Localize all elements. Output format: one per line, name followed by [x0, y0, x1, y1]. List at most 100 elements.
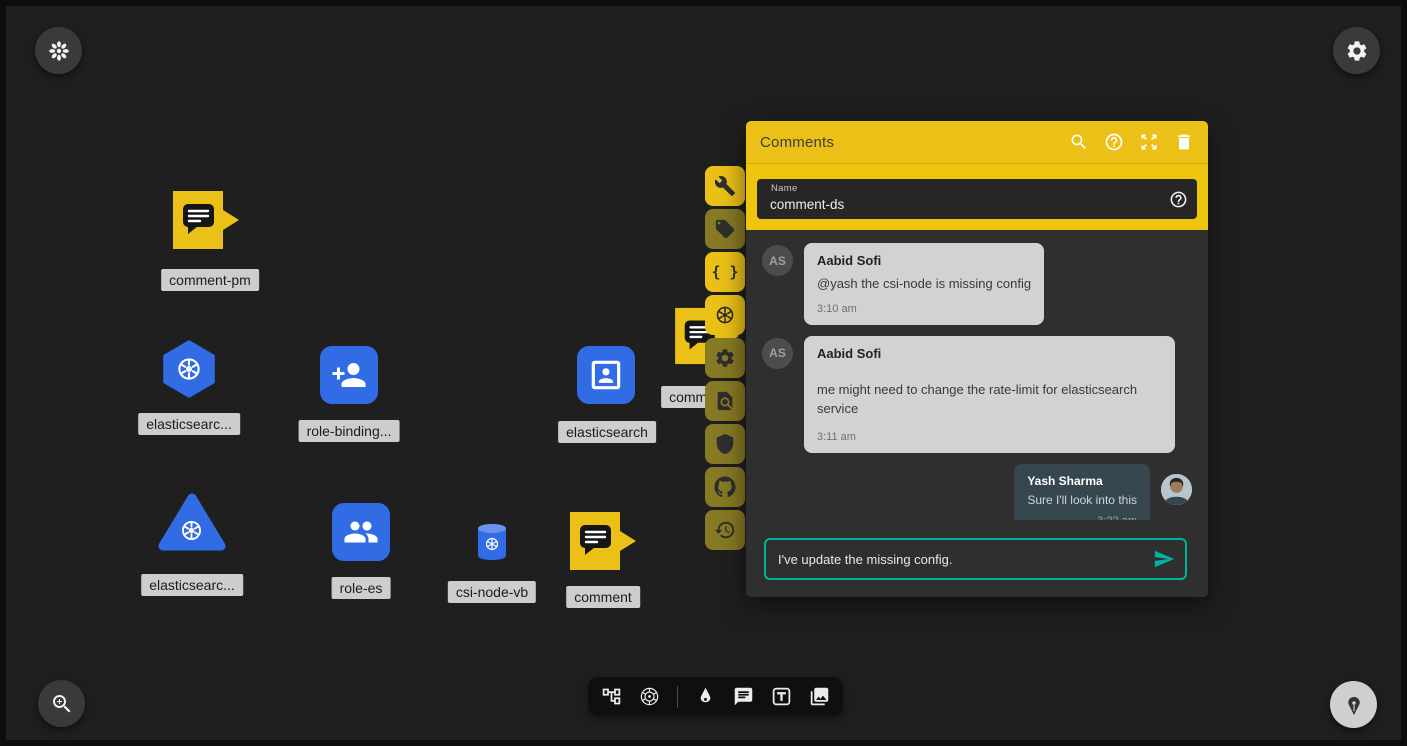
message: AS Aabid Sofi me might need to change th… — [762, 336, 1192, 453]
send-icon — [1153, 548, 1175, 570]
node-role-binding[interactable] — [320, 346, 378, 404]
wrench-icon — [714, 175, 736, 197]
node-elasticsearch-service-account[interactable] — [577, 346, 635, 404]
message-bubble: Yash Sharma Sure I'll look into this 3:2… — [1014, 464, 1150, 520]
image-tool-button[interactable] — [809, 686, 830, 707]
node-label: csi-node-vb — [448, 581, 536, 603]
message: Yash Sharma Sure I'll look into this 3:2… — [762, 464, 1192, 520]
hierarchy-view-button[interactable] — [601, 686, 622, 707]
avatar: AS — [762, 245, 793, 276]
meshery-wheel-icon — [47, 39, 71, 63]
storage-cylinder-icon — [477, 523, 507, 561]
comment-input[interactable] — [766, 552, 1153, 567]
tag-tool-button[interactable] — [705, 209, 745, 249]
braces-tool-button[interactable]: { } — [705, 252, 745, 292]
message-author: Aabid Sofi — [817, 253, 1031, 268]
message-time: 3:10 am — [817, 303, 1031, 315]
kubernetes-icon — [639, 686, 660, 707]
github-tool-button[interactable] — [705, 467, 745, 507]
expand-button[interactable] — [1139, 132, 1159, 152]
node-role-es[interactable] — [332, 503, 390, 561]
node-label: elasticsearc... — [141, 574, 243, 596]
avatar-photo — [1161, 474, 1192, 505]
message-author: Yash Sharma — [1027, 474, 1137, 488]
comment-icon — [570, 510, 636, 572]
node-comment[interactable] — [570, 510, 636, 577]
help-button[interactable] — [1104, 132, 1124, 152]
name-help-button[interactable] — [1169, 190, 1188, 209]
bottom-toolbar — [588, 677, 843, 716]
comment-tool-button[interactable] — [733, 686, 754, 707]
node-context-toolbar: { } — [705, 166, 745, 550]
message-time: 3:11 am — [817, 431, 1162, 443]
node-label: elasticsearch — [558, 421, 656, 443]
avatar: AS — [762, 338, 793, 369]
settings-button[interactable] — [1333, 27, 1380, 74]
pen-tool-button[interactable] — [695, 686, 716, 707]
search-icon — [1069, 132, 1089, 152]
node-comment-pm[interactable] — [173, 189, 239, 256]
kubernetes-tool-button[interactable] — [705, 295, 745, 335]
node-label: comment — [566, 586, 640, 608]
name-field-label: Name — [771, 183, 798, 194]
kubernetes-view-button[interactable] — [639, 686, 660, 707]
people-icon — [343, 514, 379, 550]
meshery-home-button[interactable] — [35, 27, 82, 74]
name-field-section: Name — [746, 163, 1208, 230]
person-add-icon — [331, 357, 367, 393]
help-icon — [1104, 132, 1124, 152]
image-icon — [809, 686, 830, 707]
node-label: comment-pm — [161, 269, 259, 291]
delete-button[interactable] — [1174, 132, 1194, 152]
send-button[interactable] — [1153, 548, 1185, 570]
gear-icon — [714, 347, 736, 369]
text-icon — [771, 686, 792, 707]
shield-icon — [714, 433, 736, 455]
config-tool-button[interactable] — [705, 338, 745, 378]
expand-icon — [1139, 132, 1159, 152]
kubernetes-hexagon-icon — [159, 339, 219, 399]
node-label: elasticsearc... — [138, 413, 240, 435]
node-label: role-es — [332, 577, 391, 599]
node-elasticsearch-triangle[interactable] — [158, 491, 226, 558]
comment-icon — [733, 686, 754, 707]
inspect-tool-button[interactable] — [705, 381, 745, 421]
service-account-icon — [587, 356, 625, 394]
kubernetes-triangle-icon — [158, 491, 226, 553]
name-input[interactable] — [757, 186, 1169, 212]
security-tool-button[interactable] — [705, 424, 745, 464]
node-csi-node-vb[interactable] — [477, 523, 507, 566]
github-icon — [714, 476, 736, 498]
search-button[interactable] — [1069, 132, 1089, 152]
toolbar-divider — [677, 686, 678, 708]
tag-icon — [714, 218, 736, 240]
history-tool-button[interactable] — [705, 510, 745, 550]
gear-icon — [1345, 39, 1369, 63]
comment-input-row — [764, 538, 1187, 580]
pen-icon — [695, 686, 716, 707]
message-text: Sure I'll look into this — [1027, 492, 1137, 509]
comments-panel: Comments Name AS Aabid Sofi @yash the cs… — [746, 121, 1208, 597]
node-elasticsearch-hexagon[interactable] — [159, 339, 219, 404]
canvas[interactable]: comment-pm elasticsearc... role-binding.… — [0, 0, 1407, 746]
find-in-page-icon — [714, 390, 736, 412]
panel-title: Comments — [760, 134, 1069, 151]
message-text: @yash the csi-node is missing config — [817, 275, 1031, 294]
trash-icon — [1174, 132, 1194, 152]
comments-panel-header: Comments — [746, 121, 1208, 163]
name-field[interactable]: Name — [757, 179, 1197, 219]
kubernetes-wheel-icon — [714, 304, 736, 326]
history-icon — [714, 519, 736, 541]
message-bubble: Aabid Sofi @yash the csi-node is missing… — [804, 243, 1044, 325]
text-tool-button[interactable] — [771, 686, 792, 707]
pen-mode-button[interactable] — [1330, 681, 1377, 728]
pen-nib-icon — [1342, 693, 1366, 717]
hierarchy-icon — [601, 686, 622, 707]
message-author: Aabid Sofi — [817, 346, 1162, 361]
braces-icon: { } — [711, 263, 738, 281]
wrench-tool-button[interactable] — [705, 166, 745, 206]
zoom-in-icon — [50, 692, 74, 716]
node-label: role-binding... — [299, 420, 400, 442]
message-text: me might need to change the rate-limit f… — [817, 381, 1162, 419]
zoom-button[interactable] — [38, 680, 85, 727]
